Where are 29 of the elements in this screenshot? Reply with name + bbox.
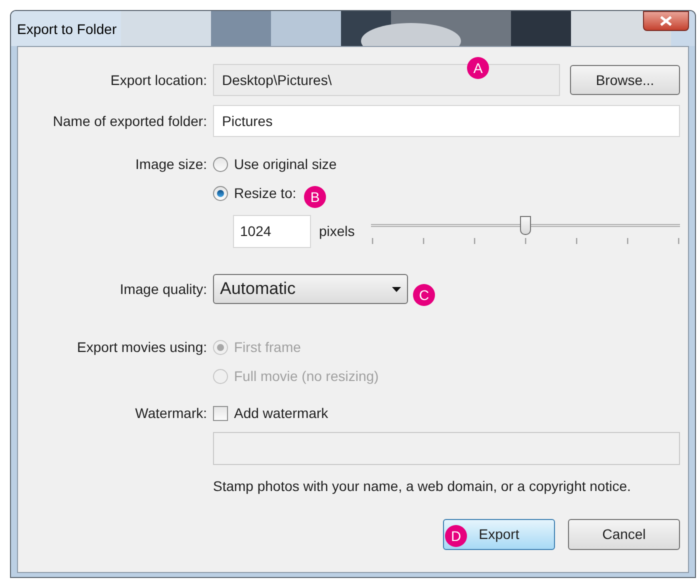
radio-button[interactable] [213,156,228,172]
quality-dropdown[interactable]: Automatic [213,274,408,304]
cancel-button[interactable]: Cancel [568,519,680,550]
field-label: Export movies using: [77,338,207,357]
close-icon [660,16,672,26]
dropdown-arrow-icon [392,286,401,292]
tick-marks-icon [370,238,680,244]
field-label: Image size: [135,154,207,174]
folder-name-field[interactable]: Pictures [213,105,680,137]
radio-label: Use original size [234,154,337,174]
checkbox[interactable] [213,406,228,420]
radio-label: First frame [234,338,301,356]
radio-button[interactable] [213,186,228,200]
field-label: Name of exported folder: [52,112,207,131]
window-title: Export to Folder [17,20,117,39]
field-label: Watermark: [134,404,207,422]
radio-label: Full movie (no resizing) [234,366,379,386]
field-label: Image quality: [118,280,207,299]
radio-label: Resize to: [234,184,296,202]
slider-track[interactable] [370,216,680,235]
unit-label: pixels [319,222,355,241]
checkbox-label: Add watermark [234,404,328,422]
slider-thumb[interactable] [520,216,532,235]
watermark-text-field[interactable] [213,432,680,465]
pixels-field[interactable]: 1024 [233,215,311,248]
field-label: Export location: [110,70,207,90]
hint-text: Stamp photos with your name, a web domain, or a copyright notice. [213,477,632,496]
close-button[interactable] [643,11,689,31]
browse-button[interactable]: Browse... [570,65,680,95]
